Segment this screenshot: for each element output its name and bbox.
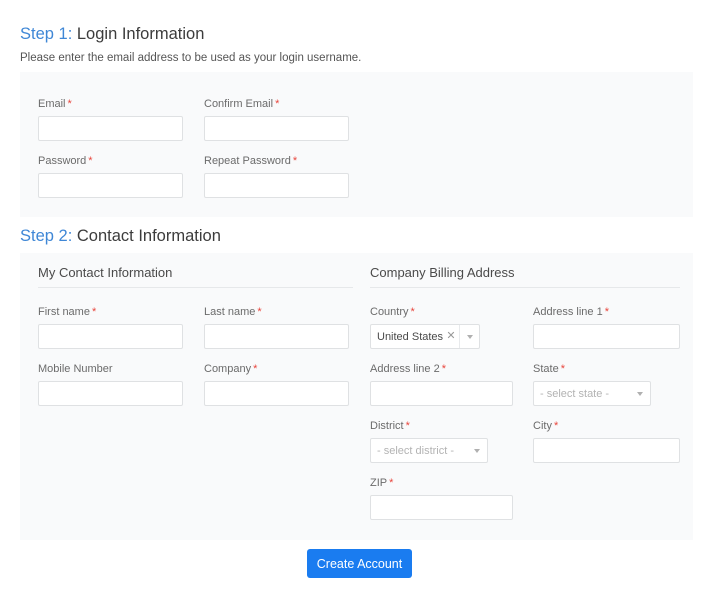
field-repeat-password-label: Repeat Password * (204, 155, 298, 167)
field-first-name: First name * (38, 305, 183, 349)
field-address-line-2-label: Address line 2 * (370, 363, 446, 375)
required-marker: * (67, 98, 72, 110)
field-city: City * (533, 419, 680, 463)
field-state: State * - select state - (533, 362, 651, 406)
field-confirm-email: Confirm Email * (204, 97, 349, 141)
field-state-label: State * (533, 363, 565, 375)
required-marker: * (91, 306, 97, 318)
mobile-number-input[interactable] (38, 381, 183, 406)
chevron-down-icon[interactable] (459, 325, 479, 348)
contact-information-section: My Contact Information (38, 265, 353, 288)
last-name-input[interactable] (204, 324, 349, 349)
required-marker: * (553, 420, 559, 432)
field-email-label: Email * (38, 98, 72, 110)
required-marker: * (560, 363, 565, 375)
district-select[interactable]: - select district - (370, 438, 488, 463)
field-district-label: District * (370, 420, 410, 432)
city-input[interactable] (533, 438, 680, 463)
zip-input[interactable] (370, 495, 513, 520)
company-input[interactable] (204, 381, 349, 406)
country-select[interactable]: United States ✕ (370, 324, 480, 349)
field-zip-label: ZIP * (370, 477, 394, 489)
required-marker: * (88, 155, 93, 167)
chevron-down-icon[interactable] (630, 382, 650, 405)
required-marker: * (441, 363, 446, 375)
field-country-label: Country * (370, 306, 415, 318)
field-zip: ZIP * (370, 476, 513, 520)
field-last-name-label: Last name * (204, 306, 262, 318)
repeat-password-input[interactable] (204, 173, 349, 198)
address-line-1-input[interactable] (533, 324, 680, 349)
field-company-label: Company * (204, 363, 258, 375)
billing-address-section: Company Billing Address (370, 265, 680, 288)
step2-panel: My Contact Information First name * Last … (20, 253, 693, 540)
field-district: District * - select district - (370, 419, 488, 463)
field-country: Country * United States ✕ (370, 305, 480, 349)
field-city-label: City * (533, 420, 559, 432)
step1-heading: Step 1: Login Information (20, 24, 204, 44)
step1-subtitle: Please enter the email address to be use… (20, 52, 362, 64)
field-address-line-1-label: Address line 1 * (533, 306, 609, 318)
email-input[interactable] (38, 116, 183, 141)
field-last-name: Last name * (204, 305, 349, 349)
contact-section-title: My Contact Information (38, 265, 353, 288)
required-marker: * (389, 477, 394, 489)
confirm-email-input[interactable] (204, 116, 349, 141)
field-mobile-number-label: Mobile Number (38, 363, 113, 375)
step2-heading: Step 2: Contact Information (20, 226, 221, 246)
required-marker: * (257, 306, 262, 318)
step1-panel: Email * Confirm Email * Password * Repeat P… (20, 72, 693, 217)
create-account-button[interactable]: Create Account (307, 549, 412, 578)
field-password: Password * (38, 154, 183, 198)
address-line-2-input[interactable] (370, 381, 513, 406)
close-icon[interactable]: ✕ (443, 331, 459, 342)
state-select[interactable]: - select state - (533, 381, 651, 406)
first-name-input[interactable] (38, 324, 183, 349)
state-selected-value: - select state - (540, 387, 610, 400)
field-address-line-2: Address line 2 * (370, 362, 513, 406)
registration-page: Step 1: Login Information Please enter t… (0, 0, 706, 593)
step2-number-label: Step 2: (20, 227, 73, 245)
field-address-line-1: Address line 1 * (533, 305, 680, 349)
required-marker: * (410, 306, 415, 318)
district-selected-value: - select district - (377, 444, 455, 457)
billing-section-title: Company Billing Address (370, 265, 680, 288)
field-repeat-password: Repeat Password * (204, 154, 349, 198)
required-marker: * (292, 155, 298, 167)
field-mobile-number: Mobile Number (38, 362, 183, 406)
field-first-name-label: First name * (38, 306, 97, 318)
chevron-down-icon[interactable] (467, 439, 487, 462)
required-marker: * (405, 420, 410, 432)
field-email: Email * (38, 97, 183, 141)
step1-number-label: Step 1: (20, 25, 73, 43)
required-marker: * (253, 363, 258, 375)
field-password-label: Password * (38, 155, 93, 167)
field-company: Company * (204, 362, 349, 406)
field-confirm-email-label: Confirm Email * (204, 98, 280, 110)
required-marker: * (275, 98, 280, 110)
required-marker: * (604, 306, 609, 318)
step2-title-label: Contact Information (72, 227, 221, 245)
step1-title-label: Login Information (72, 25, 205, 43)
country-selected-value: United States (377, 330, 443, 343)
password-input[interactable] (38, 173, 183, 198)
